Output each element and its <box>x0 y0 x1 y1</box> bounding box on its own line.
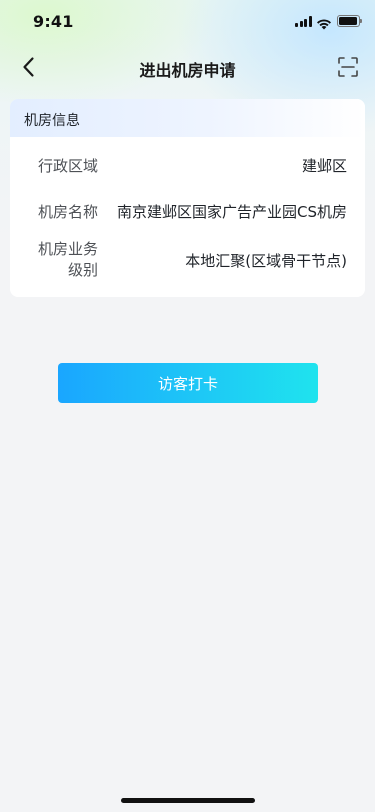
signal-icon <box>295 16 312 27</box>
room-name-value: 南京建邺区国家广告产业园CS机房 <box>117 203 347 221</box>
scan-icon <box>336 55 360 79</box>
business-level-label-line1: 机房业务 <box>37 240 98 258</box>
scan-button[interactable] <box>336 55 360 79</box>
district-label: 行政区域 <box>37 157 98 175</box>
home-indicator <box>121 798 255 803</box>
room-name-label: 机房名称 <box>37 203 98 221</box>
card-header: 机房信息 <box>10 99 365 137</box>
wifi-icon <box>316 15 332 30</box>
card-title: 机房信息 <box>24 113 80 129</box>
room-info-card: 机房信息 行政区域 建邺区 机房名称 南京建邺区国家广告产业园CS机房 机房业务… <box>10 99 365 297</box>
status-bar: 9:41 <box>0 0 375 44</box>
page-title: 进出机房申请 <box>139 61 236 80</box>
battery-icon <box>337 15 362 27</box>
district-value: 建邺区 <box>301 157 347 175</box>
business-level-value: 本地汇聚(区域骨干节点) <box>185 252 347 270</box>
visitor-checkin-button[interactable]: 访客打卡 <box>58 363 318 403</box>
business-level-label-line2: 级别 <box>67 261 98 279</box>
status-time: 9:41 <box>33 12 74 31</box>
navigation-bar: 进出机房申请 <box>0 44 375 90</box>
business-level-label: 机房业务 级别 <box>10 239 98 281</box>
